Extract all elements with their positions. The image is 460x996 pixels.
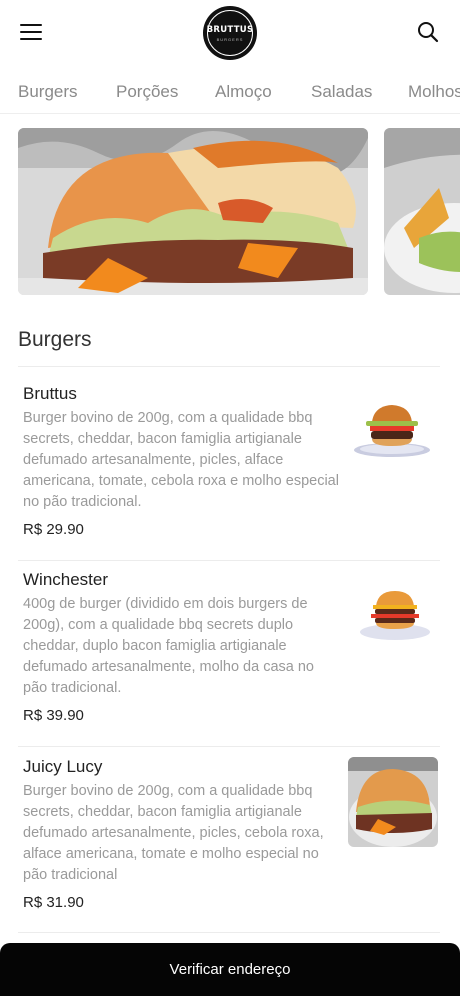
item-price: R$ 29.90: [23, 521, 84, 538]
item-name: Winchester: [23, 570, 109, 589]
item-description: Burger bovino de 200g, com a qualidade b…: [23, 783, 324, 883]
tab-molhos[interactable]: Molhos: [408, 82, 460, 102]
brand-logo[interactable]: BRUTTUS BURGERS: [203, 6, 257, 60]
item-image-winchester[interactable]: [358, 588, 432, 645]
item-price: R$ 31.90: [23, 894, 84, 911]
logo-text: BRUTTUS: [206, 24, 254, 35]
app-header: BRUTTUS BURGERS: [0, 0, 460, 68]
logo-subtext: BURGERS: [216, 36, 244, 42]
item-name: Juicy Lucy: [23, 757, 103, 776]
item-description: Burger bovino de 200g, com a qualidade b…: [23, 410, 339, 510]
tab-porcoes[interactable]: Porções: [116, 82, 178, 102]
menu-item-winchester[interactable]: Winchester 400g de burger (dividido em d…: [0, 570, 460, 746]
promo-banner-salad[interactable]: [384, 128, 460, 295]
tab-almoco[interactable]: Almoço: [215, 82, 272, 102]
menu-item-bruttus[interactable]: Bruttus Burger bovino de 200g, com a qua…: [0, 384, 460, 560]
item-image-juicy-lucy[interactable]: [348, 757, 438, 852]
hamburger-menu-icon[interactable]: [20, 24, 44, 42]
verify-address-label: Verificar endereço: [169, 961, 291, 978]
verify-address-button[interactable]: Verificar endereço: [0, 943, 460, 996]
menu-item-juicy-lucy[interactable]: Juicy Lucy Burger bovino de 200g, com a …: [0, 757, 460, 933]
item-image-bruttus[interactable]: [352, 400, 432, 463]
item-name: Bruttus: [23, 384, 77, 403]
item-divider: [18, 932, 440, 933]
item-price: R$ 39.90: [23, 707, 84, 724]
category-tabs: Burgers Porções Almoço Saladas Molhos: [0, 70, 460, 114]
promo-banner-burger[interactable]: [18, 128, 368, 295]
promo-carousel[interactable]: [0, 128, 460, 296]
item-divider: [18, 560, 440, 561]
item-description: 400g de burger (dividido em dois burgers…: [23, 596, 314, 696]
tab-burgers[interactable]: Burgers: [18, 82, 78, 102]
section-title-burgers: Burgers: [18, 328, 92, 351]
item-divider: [18, 746, 440, 747]
search-icon[interactable]: [416, 20, 440, 44]
tab-saladas[interactable]: Saladas: [311, 82, 372, 102]
section-divider: [18, 366, 440, 367]
